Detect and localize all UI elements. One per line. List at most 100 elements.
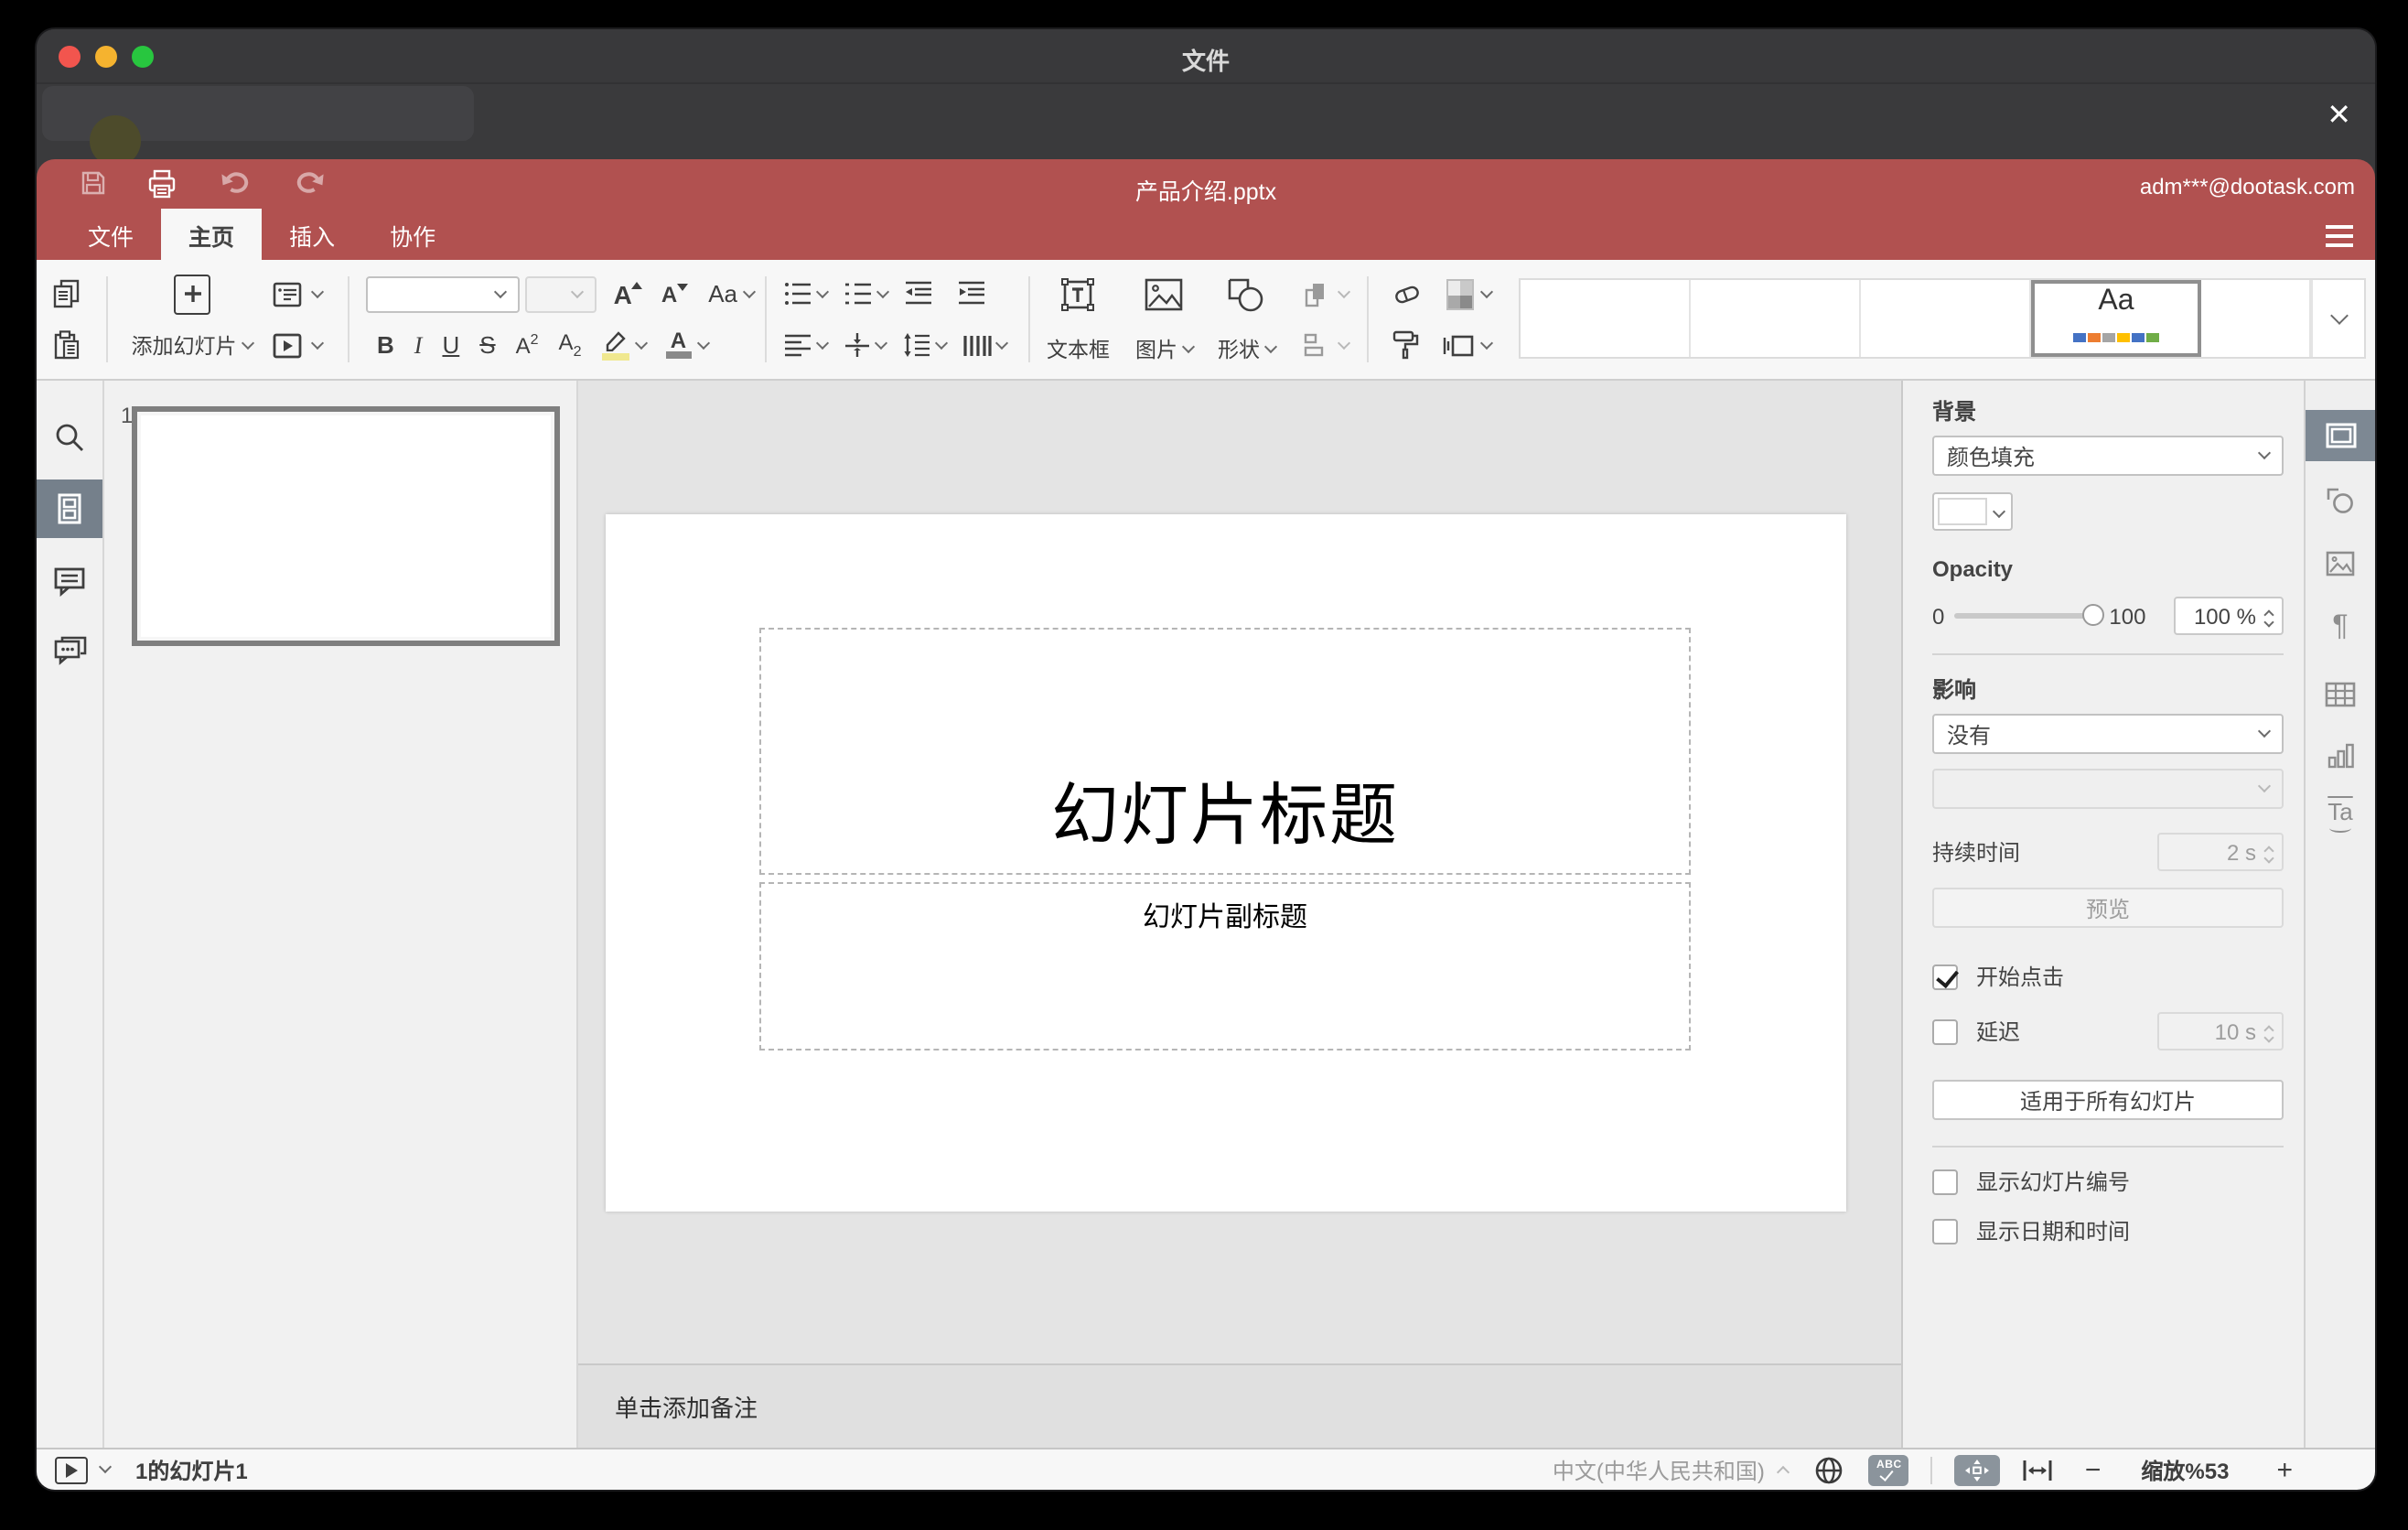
menu-icon[interactable] — [2326, 225, 2353, 247]
arrange-shape-dropdown[interactable] — [1300, 275, 1350, 313]
image-settings-tab[interactable] — [2306, 538, 2375, 589]
line-spacing-dropdown[interactable] — [902, 331, 949, 359]
delay-row[interactable]: 延迟 — [1932, 1016, 2020, 1047]
background-fill-select[interactable]: 颜色填充 — [1932, 436, 2284, 476]
add-slide-button[interactable] — [121, 274, 263, 314]
vertical-align-dropdown[interactable] — [844, 331, 888, 359]
zoom-in-button[interactable]: + — [2276, 1454, 2293, 1485]
increase-font-button[interactable]: A — [614, 279, 643, 308]
italic-button[interactable]: I — [414, 330, 423, 360]
zoom-out-button[interactable]: − — [2085, 1454, 2102, 1485]
chevron-down-icon — [696, 335, 710, 350]
slide-layout-dropdown[interactable] — [271, 275, 325, 313]
title-placeholder[interactable]: 幻灯片标题 — [759, 628, 1691, 875]
tab-collaboration[interactable]: 协作 — [362, 209, 463, 260]
paragraph-settings-tab[interactable]: ¶ — [2306, 602, 2375, 653]
opacity-slider-track[interactable] — [1953, 604, 2104, 626]
shape-settings-icon — [2327, 487, 2353, 512]
theme-item[interactable] — [1691, 280, 1861, 357]
start-on-click-checkbox[interactable] — [1932, 964, 1958, 989]
slide-canvas[interactable]: 幻灯片标题 幻灯片副标题 — [578, 381, 1901, 1363]
theme-item-selected[interactable]: Aa — [2031, 280, 2201, 357]
increase-indent-button[interactable] — [957, 280, 986, 307]
opacity-input[interactable]: 100 % — [2174, 597, 2284, 635]
theme-palette — [2072, 318, 2160, 351]
font-color-dropdown[interactable]: A — [665, 329, 710, 359]
spinner-arrows[interactable] — [2263, 606, 2274, 628]
spellcheck-toggle[interactable]: ABC — [1868, 1454, 1909, 1485]
insert-textbox-button[interactable]: 文本框 — [1047, 275, 1110, 364]
chevron-down-icon — [876, 284, 890, 298]
numbered-list-dropdown[interactable] — [844, 280, 890, 307]
sidebar-item-search[interactable] — [37, 408, 102, 467]
status-bar: 1的幻灯片1 中文(中华人民共和国) ABC − 缩放%53 + — [37, 1448, 2375, 1490]
decrease-font-button[interactable]: A — [661, 281, 689, 307]
horizontal-align-dropdown[interactable] — [783, 332, 830, 358]
align-shape-dropdown[interactable] — [1300, 326, 1350, 364]
opacity-slider[interactable]: 0 100 — [1932, 603, 2145, 629]
underline-button[interactable]: U — [442, 331, 459, 359]
background-color-picker[interactable] — [1932, 492, 2013, 531]
fit-to-slide-toggle[interactable] — [1954, 1454, 2001, 1485]
start-slideshow-dropdown[interactable] — [271, 326, 325, 364]
start-slideshow-status-button[interactable] — [55, 1456, 88, 1483]
language-label[interactable]: 中文(中华人民共和国) — [1553, 1454, 1765, 1485]
sidebar-item-slides[interactable] — [37, 479, 102, 538]
tab-home[interactable]: 主页 — [161, 209, 263, 260]
highlight-color-dropdown[interactable] — [601, 330, 648, 360]
font-name-select[interactable] — [366, 275, 520, 312]
chevron-down-icon[interactable] — [98, 1460, 113, 1474]
change-case-dropdown[interactable]: Aa — [708, 280, 757, 307]
table-settings-tab[interactable] — [2306, 668, 2375, 719]
bold-button[interactable]: B — [377, 331, 394, 359]
theme-item[interactable] — [2201, 280, 2311, 357]
theme-gallery-expand[interactable] — [2311, 280, 2364, 357]
notes-area[interactable]: 单击添加备注 — [578, 1363, 1901, 1448]
slide-thumbnail[interactable] — [132, 406, 560, 646]
effect-select[interactable]: 没有 — [1932, 714, 2284, 754]
slide-surface[interactable]: 幻灯片标题 幻灯片副标题 — [606, 514, 1846, 1212]
subscript-button[interactable]: A2 — [559, 330, 582, 361]
sidebar-item-comments[interactable] — [37, 551, 102, 609]
slide-settings-tab[interactable] — [2306, 410, 2375, 461]
set-language-button[interactable] — [1814, 1454, 1845, 1485]
decrease-indent-button[interactable] — [904, 280, 933, 307]
copy-icon[interactable] — [51, 275, 82, 313]
tab-insert[interactable]: 插入 — [262, 209, 362, 260]
subtitle-placeholder[interactable]: 幻灯片副标题 — [759, 882, 1691, 1051]
superscript-button[interactable]: A2 — [516, 331, 539, 359]
zoom-level[interactable]: 缩放%53 — [2141, 1454, 2229, 1485]
clear-style-button[interactable] — [1391, 280, 1424, 307]
insert-shape-dropdown[interactable]: 形状 — [1218, 275, 1277, 364]
show-date-time-checkbox[interactable] — [1932, 1218, 1958, 1244]
background-label: 背景 — [1932, 399, 1977, 425]
theme-item[interactable] — [1861, 280, 2031, 357]
bullet-list-dropdown[interactable] — [783, 280, 830, 307]
sidebar-item-chat[interactable] — [37, 620, 102, 679]
close-icon[interactable]: ✕ — [2327, 99, 2351, 135]
tab-file[interactable]: 文件 — [60, 209, 161, 260]
effect-variant-select — [1932, 769, 2284, 809]
opacity-slider-knob[interactable] — [2081, 604, 2104, 626]
apply-to-all-button[interactable]: 适用于所有幻灯片 — [1932, 1080, 2284, 1120]
show-slide-number-checkbox[interactable] — [1932, 1169, 1958, 1194]
fit-to-width-button[interactable] — [2023, 1458, 2054, 1482]
copy-style-button[interactable] — [1391, 329, 1420, 361]
chart-settings-tab[interactable] — [2306, 730, 2375, 781]
show-slide-number-row[interactable]: 显示幻灯片编号 — [1932, 1166, 2284, 1197]
slide-size-dropdown[interactable] — [1442, 330, 1494, 360]
show-date-time-row[interactable]: 显示日期和时间 — [1932, 1215, 2284, 1246]
textart-settings-tab[interactable]: Ta — [2306, 791, 2375, 842]
start-on-click-row[interactable]: 开始点击 — [1932, 961, 2284, 992]
color-scheme-dropdown[interactable] — [1446, 277, 1494, 310]
paste-icon[interactable] — [51, 326, 82, 364]
theme-item[interactable] — [1521, 280, 1691, 357]
add-slide-dropdown[interactable]: 添加幻灯片 — [121, 326, 263, 364]
font-size-select[interactable] — [524, 275, 597, 312]
delay-checkbox[interactable] — [1932, 1018, 1958, 1044]
image-settings-icon — [2326, 551, 2355, 576]
shape-settings-tab[interactable] — [2306, 474, 2375, 525]
insert-image-dropdown[interactable]: 图片 — [1135, 275, 1195, 364]
strikethrough-button[interactable]: S — [479, 331, 495, 359]
columns-dropdown[interactable] — [962, 332, 1009, 358]
